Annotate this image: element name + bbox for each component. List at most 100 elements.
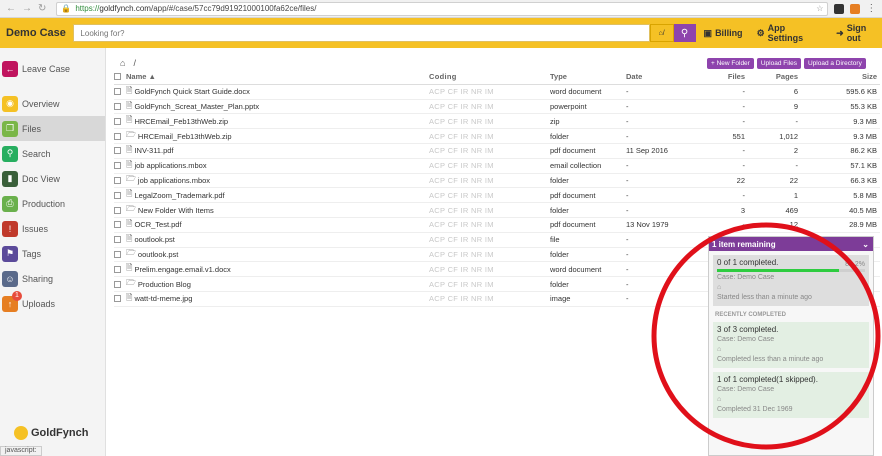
address-bar[interactable]: 🔒 https://goldfynch.com/app/#/case/57cc7… — [56, 1, 829, 16]
new-folder-button[interactable]: + New Folder — [707, 58, 754, 69]
eye-icon: ◉ — [2, 95, 18, 112]
coding-tags[interactable]: ACP CF IR NR IM — [429, 220, 550, 229]
table-row[interactable]: 🗁 HRCEmail_Feb13thWeb.zip ACP CF IR NR IM f… — [114, 129, 880, 144]
coding-tags[interactable]: ACP CF IR NR IM — [429, 102, 550, 111]
search-button[interactable]: ⚲ — [673, 24, 696, 42]
chevron-down-icon[interactable]: ⌄ — [862, 240, 873, 249]
column-header-type[interactable]: Type — [550, 72, 626, 81]
sidebar-item-production[interactable]: ⎙ Production — [0, 191, 105, 216]
row-checkbox[interactable] — [114, 132, 121, 140]
file-name[interactable]: Prelim.engage.email.v1.docx — [134, 265, 230, 274]
browser-menu-icon[interactable]: ⋮ — [866, 3, 876, 14]
sidebar-item-label: Production — [22, 198, 66, 209]
row-checkbox[interactable] — [114, 147, 121, 155]
coding-tags[interactable]: ACP CF IR NR IM — [429, 206, 550, 215]
coding-tags[interactable]: ACP CF IR NR IM — [429, 280, 550, 289]
search-scope-toggle[interactable]: ⌂ / — [649, 24, 674, 42]
panel-header[interactable]: 1 item remaining ⌄ — [709, 237, 873, 251]
extension-badge-icon[interactable] — [850, 3, 861, 14]
row-checkbox[interactable] — [114, 103, 121, 110]
row-checkbox[interactable] — [114, 162, 121, 170]
upload-directory-button[interactable]: Upload a Directory — [803, 58, 866, 69]
sidebar-item-leave-case[interactable]: ← Leave Case — [0, 56, 105, 81]
row-checkbox[interactable] — [114, 221, 121, 229]
sidebar-item-issues[interactable]: ! Issues — [0, 216, 105, 241]
column-header-size[interactable]: Size — [798, 72, 877, 81]
search-input[interactable] — [73, 24, 650, 42]
table-row[interactable]: 🗎 GoldFynch_Screat_Master_Plan.pptx ACP CF… — [114, 100, 880, 115]
back-arrow-icon[interactable]: ← — [6, 3, 16, 14]
signout-link[interactable]: ➜ Sign out — [836, 23, 882, 43]
file-name[interactable]: watt-td-meme.jpg — [134, 294, 192, 303]
row-checkbox[interactable] — [114, 250, 121, 258]
row-checkbox[interactable] — [114, 88, 121, 96]
row-checkbox[interactable] — [114, 236, 121, 244]
file-name[interactable]: job applications.mbox — [134, 161, 206, 170]
home-icon[interactable]: ⌂ — [120, 58, 125, 68]
column-header-date[interactable]: Date — [626, 72, 692, 81]
table-row[interactable]: 🗎 GoldFynch Quick Start Guide.docx ACP CF … — [114, 85, 880, 100]
row-checkbox[interactable] — [114, 280, 121, 288]
row-checkbox[interactable] — [114, 206, 121, 214]
extension-layers-icon[interactable] — [834, 3, 845, 14]
coding-tags[interactable]: ACP CF IR NR IM — [429, 87, 550, 96]
file-name[interactable]: HRCEmail_Feb13thWeb.zip — [134, 117, 228, 126]
column-header-name[interactable]: Name — [126, 72, 146, 81]
sidebar-item-files[interactable]: ❐ Files — [0, 116, 105, 141]
sidebar-item-sharing[interactable]: ☺ Sharing — [0, 266, 105, 291]
upload-files-button[interactable]: Upload Files — [756, 58, 801, 69]
case-title[interactable]: Demo Case — [0, 27, 67, 39]
billing-label: Billing — [715, 28, 743, 38]
file-name[interactable]: LegalZoom_Trademark.pdf — [134, 191, 224, 200]
file-name[interactable]: OCR_Test.pdf — [134, 220, 181, 229]
sidebar-item-overview[interactable]: ◉ Overview — [0, 91, 105, 116]
coding-tags[interactable]: ACP CF IR NR IM — [429, 117, 550, 126]
table-row[interactable]: 🗎 OCR_Test.pdf ACP CF IR NR IM pdf document… — [114, 218, 880, 233]
settings-link[interactable]: ⚙ App Settings — [757, 23, 823, 43]
file-word-icon: 🗎 — [126, 263, 133, 273]
coding-tags[interactable]: ACP CF IR NR IM — [429, 294, 550, 303]
coding-tags[interactable]: ACP CF IR NR IM — [429, 132, 550, 141]
table-row[interactable]: 🗎 HRCEmail_Feb13thWeb.zip ACP CF IR NR IM z… — [114, 114, 880, 130]
coding-tags[interactable]: ACP CF IR NR IM — [429, 146, 550, 155]
coding-tags[interactable]: ACP CF IR NR IM — [429, 265, 550, 274]
file-name[interactable]: ooutlook.pst — [134, 235, 174, 244]
table-row[interactable]: 🗎 job applications.mbox ACP CF IR NR IM ema… — [114, 159, 880, 174]
coding-tags[interactable]: ACP CF IR NR IM — [429, 161, 550, 170]
file-name[interactable]: Production Blog — [138, 280, 191, 289]
table-row[interactable]: 🗁 job applications.mbox ACP CF IR NR IM fol… — [114, 174, 880, 189]
row-checkbox[interactable] — [114, 191, 121, 199]
sidebar-item-doc-view[interactable]: ▮ Doc View — [0, 166, 105, 191]
row-checkbox[interactable] — [114, 117, 121, 125]
page-count: 469 — [785, 205, 798, 215]
file-name[interactable]: GoldFynch Quick Start Guide.docx — [134, 87, 249, 96]
column-header-files[interactable]: Files — [692, 72, 745, 81]
coding-tags[interactable]: ACP CF IR NR IM — [429, 250, 550, 259]
column-header-pages[interactable]: Pages — [745, 72, 798, 81]
file-size: 66.3 KB — [850, 175, 877, 185]
coding-tags[interactable]: ACP CF IR NR IM — [429, 176, 550, 185]
row-checkbox[interactable] — [114, 265, 121, 273]
billing-link[interactable]: ▣ Billing — [704, 23, 743, 43]
table-row[interactable]: 🗎 LegalZoom_Trademark.pdf ACP CF IR NR IM p… — [114, 188, 880, 204]
file-name[interactable]: HRCEmail_Feb13thWeb.zip — [138, 132, 232, 141]
coding-tags[interactable]: ACP CF IR NR IM — [429, 191, 550, 200]
file-name[interactable]: New Folder With Items — [138, 206, 214, 215]
reload-icon[interactable]: ↻ — [38, 3, 46, 14]
sidebar-item-search[interactable]: ⚲ Search — [0, 141, 105, 166]
table-row[interactable]: 🗁 New Folder With Items ACP CF IR NR IM fol… — [114, 203, 880, 218]
forward-arrow-icon[interactable]: → — [22, 3, 32, 14]
bookmark-star-icon[interactable]: ☆ — [816, 4, 827, 13]
select-all-checkbox[interactable] — [114, 73, 121, 81]
sidebar-item-uploads[interactable]: ↑ 1 Uploads — [0, 290, 105, 316]
file-name[interactable]: GoldFynch_Screat_Master_Plan.pptx — [134, 102, 259, 111]
column-header-coding[interactable]: Coding — [429, 72, 550, 81]
file-name[interactable]: job applications.mbox — [138, 176, 210, 185]
table-row[interactable]: 🗎 INV-311.pdf ACP CF IR NR IM pdf document 1… — [114, 144, 880, 159]
sidebar-item-tags[interactable]: ⚑ Tags — [0, 241, 105, 266]
file-name[interactable]: INV-311.pdf — [134, 146, 173, 155]
row-checkbox[interactable] — [114, 176, 121, 184]
coding-tags[interactable]: ACP CF IR NR IM — [429, 235, 550, 244]
row-checkbox[interactable] — [114, 295, 121, 303]
file-name[interactable]: ooutlook.pst — [138, 250, 178, 259]
